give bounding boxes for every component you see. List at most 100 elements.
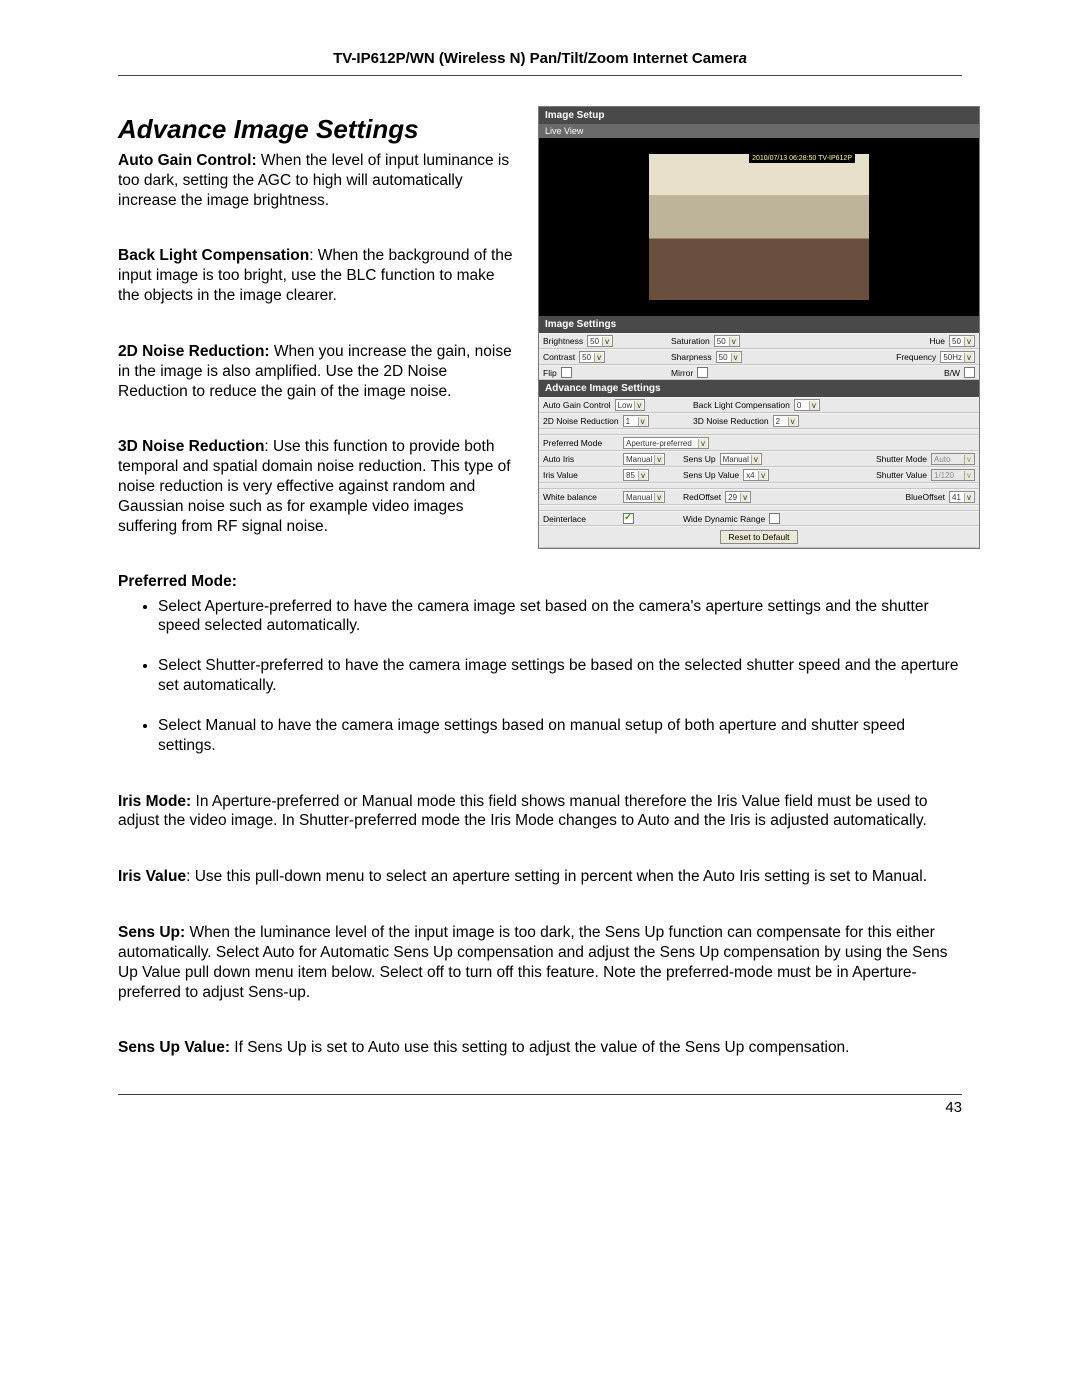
sensupval-label: Sens Up Value bbox=[683, 470, 739, 480]
frequency-value: 50Hz bbox=[943, 353, 962, 362]
bw-label: B/W bbox=[944, 368, 960, 378]
chevron-down-icon: v bbox=[729, 337, 738, 346]
wdr-checkbox[interactable] bbox=[769, 513, 780, 524]
live-view-tab[interactable]: Live View bbox=[539, 124, 979, 138]
mirror-checkbox[interactable] bbox=[697, 367, 708, 378]
irisvaluep-label: Iris Value bbox=[118, 868, 186, 885]
bullet-item: Select Shutter-preferred to have the cam… bbox=[158, 656, 962, 696]
chevron-down-icon: v bbox=[594, 353, 603, 362]
preferred-mode-title: Preferred Mode: bbox=[118, 573, 962, 591]
chevron-down-icon: v bbox=[751, 455, 760, 464]
chevron-down-icon: v bbox=[602, 337, 611, 346]
shutterval-select[interactable]: 1/120 v bbox=[931, 469, 975, 481]
header-text: TV-IP612P/WN (Wireless N) Pan/Tilt/Zoom … bbox=[333, 50, 739, 67]
frequency-label: Frequency bbox=[896, 352, 936, 362]
sensupvalp-text: If Sens Up is set to Auto use this setti… bbox=[230, 1039, 850, 1056]
pref-mode-value: Aperture-preferred bbox=[626, 439, 692, 448]
nr2d-label: 2D Noise Reduction: bbox=[118, 343, 270, 360]
bw-checkbox[interactable] bbox=[964, 367, 975, 378]
pref-mode-label: Preferred Mode bbox=[543, 438, 613, 448]
live-image: 2010/07/13 06:28:50 TV-IP612P bbox=[649, 154, 869, 300]
chevron-down-icon: v bbox=[809, 401, 818, 410]
chevron-down-icon: v bbox=[654, 455, 663, 464]
irisvalue-value: 85 bbox=[626, 471, 635, 480]
chevron-down-icon: v bbox=[634, 401, 643, 410]
sensup-field-label: Sens Up bbox=[683, 454, 716, 464]
nr2d-field-label: 2D Noise Reduction bbox=[543, 416, 619, 426]
brightness-value: 50 bbox=[590, 337, 599, 346]
sensupval-value: x4 bbox=[746, 471, 754, 480]
nr2d-select[interactable]: 1v bbox=[623, 415, 649, 427]
wb-value: Manual bbox=[626, 493, 652, 502]
chevron-down-icon: v bbox=[964, 493, 973, 502]
redoffset-label: RedOffset bbox=[683, 492, 721, 502]
irisvaluep-text: : Use this pull-down menu to select an a… bbox=[186, 868, 927, 885]
wdr-label: Wide Dynamic Range bbox=[683, 514, 765, 524]
sensupval-select[interactable]: x4 v bbox=[743, 469, 769, 481]
sensupp-text: When the luminance level of the input im… bbox=[118, 924, 947, 1000]
contrast-select[interactable]: 50v bbox=[579, 351, 605, 363]
chevron-down-icon: v bbox=[731, 353, 740, 362]
wb-select[interactable]: Manualv bbox=[623, 491, 665, 503]
flip-checkbox[interactable] bbox=[561, 367, 572, 378]
sensupvalp-label: Sens Up Value: bbox=[118, 1039, 230, 1056]
header-italic: a bbox=[739, 50, 747, 67]
sharpness-label: Sharpness bbox=[671, 352, 712, 362]
image-settings-heading: Image Settings bbox=[539, 316, 979, 333]
autoiris-label: Auto Iris bbox=[543, 454, 613, 464]
page-number: 43 bbox=[945, 1099, 962, 1116]
sensup-select[interactable]: Manualv bbox=[720, 453, 762, 465]
irismode-label: Iris Mode: bbox=[118, 793, 191, 810]
frequency-select[interactable]: 50Hzv bbox=[940, 351, 975, 363]
sensupp-label: Sens Up: bbox=[118, 924, 185, 941]
blc-select[interactable]: 0v bbox=[794, 399, 820, 411]
blc-field-label: Back Light Compensation bbox=[693, 400, 790, 410]
bullet-item: Select Manual to have the camera image s… bbox=[158, 716, 962, 756]
image-setup-panel: Image Setup Live View 2010/07/13 06:28:5… bbox=[538, 106, 980, 549]
chevron-down-icon: v bbox=[740, 493, 749, 502]
shuttermode-label: Shutter Mode bbox=[876, 454, 927, 464]
redoffset-select[interactable]: 29v bbox=[725, 491, 751, 503]
section-title: Advance Image Settings bbox=[118, 114, 516, 145]
sharpness-select[interactable]: 50v bbox=[716, 351, 742, 363]
blc-label: Back Light Compensation bbox=[118, 247, 309, 264]
chevron-down-icon: v bbox=[964, 471, 973, 480]
shuttermode-select[interactable]: Autov bbox=[931, 453, 975, 465]
sensup-value: Manual bbox=[723, 455, 749, 464]
contrast-value: 50 bbox=[582, 353, 591, 362]
wb-label: White balance bbox=[543, 492, 613, 502]
chevron-down-icon: v bbox=[638, 417, 647, 426]
chevron-down-icon: v bbox=[964, 455, 973, 464]
irisvalue-label: Iris Value bbox=[543, 470, 613, 480]
nr3d-value: 2 bbox=[776, 417, 780, 426]
live-view-area: 2010/07/13 06:28:50 TV-IP612P bbox=[539, 138, 979, 316]
nr3d-select[interactable]: 2v bbox=[773, 415, 799, 427]
saturation-select[interactable]: 50v bbox=[714, 335, 740, 347]
irisvalue-select[interactable]: 85v bbox=[623, 469, 649, 481]
irismode-text: In Aperture-preferred or Manual mode thi… bbox=[118, 793, 928, 830]
reset-default-button[interactable]: Reset to Default bbox=[720, 530, 799, 544]
deinterlace-checkbox[interactable] bbox=[623, 513, 634, 524]
blueoffset-label: BlueOffset bbox=[905, 492, 945, 502]
flip-label: Flip bbox=[543, 368, 557, 378]
pref-mode-select[interactable]: Aperture-preferredv bbox=[623, 437, 709, 449]
brightness-label: Brightness bbox=[543, 336, 583, 346]
hue-select[interactable]: 50v bbox=[949, 335, 975, 347]
agc-field-label: Auto Gain Control bbox=[543, 400, 611, 410]
shutterval-value: 1/120 bbox=[934, 471, 954, 480]
hue-label: Hue bbox=[929, 336, 945, 346]
blc-value: 0 bbox=[797, 401, 801, 410]
brightness-select[interactable]: 50v bbox=[587, 335, 613, 347]
nr3d-field-label: 3D Noise Reduction bbox=[693, 416, 769, 426]
sharpness-value: 50 bbox=[719, 353, 728, 362]
advance-settings-heading: Advance Image Settings bbox=[539, 380, 979, 397]
chevron-down-icon: v bbox=[964, 353, 973, 362]
blueoffset-select[interactable]: 41v bbox=[949, 491, 975, 503]
autoiris-value: Manual bbox=[626, 455, 652, 464]
autoiris-select[interactable]: Manualv bbox=[623, 453, 665, 465]
hue-value: 50 bbox=[952, 337, 961, 346]
live-timestamp: 2010/07/13 06:28:50 TV-IP612P bbox=[749, 154, 855, 163]
chevron-down-icon: v bbox=[758, 471, 767, 480]
agc-select[interactable]: Lowv bbox=[615, 399, 646, 411]
saturation-value: 50 bbox=[717, 337, 726, 346]
